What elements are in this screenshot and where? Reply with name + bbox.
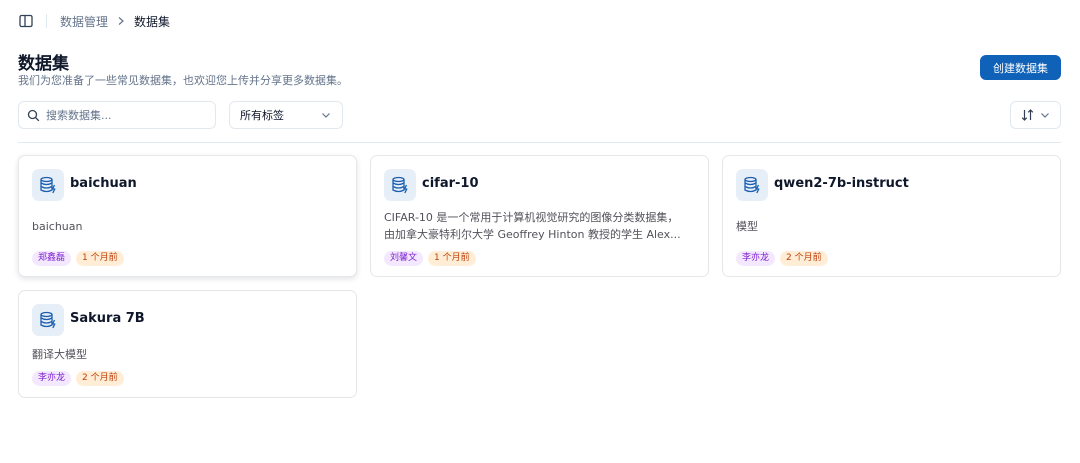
sort-icon: [1021, 109, 1034, 121]
time-badge: 1 个月前: [428, 251, 476, 266]
toolbar-divider: [46, 14, 47, 28]
chevron-down-icon: [1040, 112, 1050, 119]
breadcrumb-parent[interactable]: 数据管理: [60, 13, 108, 30]
author-badge: 郑鑫磊: [32, 251, 72, 266]
dataset-name: qwen2-7b-instruct: [774, 176, 909, 191]
time-badge: 2 个月前: [76, 371, 124, 386]
top-bar: 数据管理 数据集: [0, 0, 1080, 42]
dataset-tags: 李亦龙 2 个月前: [32, 371, 124, 386]
author-badge: 刘馨文: [384, 251, 424, 266]
tag-filter-value: 所有标签: [240, 109, 284, 122]
dataset-description: 翻译大模型: [32, 348, 87, 361]
chevron-right-icon: [117, 16, 125, 26]
search-icon: [27, 109, 40, 122]
dataset-description: 模型: [736, 220, 758, 233]
sort-button[interactable]: [1010, 101, 1061, 129]
dataset-name: baichuan: [70, 176, 137, 191]
dataset-card-cifar-10[interactable]: cifar-10 CIFAR-10 是一个常用于计算机视觉研究的图像分类数据集，…: [370, 155, 709, 277]
database-icon: [736, 169, 768, 201]
dataset-description: CIFAR-10 是一个常用于计算机视觉研究的图像分类数据集， 由加拿大豪特利尔…: [384, 209, 681, 243]
dataset-card-sakura-7b[interactable]: Sakura 7B 翻译大模型 李亦龙 2 个月前: [18, 290, 357, 398]
description-line: 由加拿大豪特利尔大学 Geoffrey Hinton 教授的学生 Alex...: [384, 228, 681, 241]
search-box[interactable]: [18, 101, 216, 129]
author-badge: 李亦龙: [32, 371, 72, 386]
section-divider: [18, 142, 1061, 143]
dataset-name: cifar-10: [422, 176, 479, 191]
dataset-tags: 郑鑫磊 1 个月前: [32, 251, 124, 266]
tag-filter-select[interactable]: 所有标签: [229, 101, 343, 129]
dataset-name: Sakura 7B: [70, 311, 145, 326]
database-icon: [32, 169, 64, 201]
dataset-tags: 刘馨文 1 个月前: [384, 251, 476, 266]
dataset-card-qwen2-7b-instruct[interactable]: qwen2-7b-instruct 模型 李亦龙 2 个月前: [722, 155, 1061, 277]
time-badge: 2 个月前: [780, 251, 828, 266]
sidebar-toggle-icon[interactable]: [18, 13, 34, 29]
database-icon: [384, 169, 416, 201]
dataset-card-baichuan[interactable]: baichuan baichuan 郑鑫磊 1 个月前: [18, 155, 357, 277]
chevron-down-icon: [321, 112, 331, 119]
database-icon: [32, 304, 64, 336]
author-badge: 李亦龙: [736, 251, 776, 266]
dataset-description: baichuan: [32, 220, 83, 233]
page-subtitle: 我们为您准备了一些常见数据集，也欢迎您上传并分享更多数据集。: [18, 74, 348, 87]
dataset-tags: 李亦龙 2 个月前: [736, 251, 828, 266]
breadcrumb-current: 数据集: [134, 14, 171, 29]
page-title: 数据集: [18, 54, 69, 74]
create-dataset-button[interactable]: 创建数据集: [980, 55, 1061, 80]
breadcrumb: 数据管理 数据集: [60, 13, 170, 30]
time-badge: 1 个月前: [76, 251, 124, 266]
search-input[interactable]: [46, 108, 206, 122]
description-line: CIFAR-10 是一个常用于计算机视觉研究的图像分类数据集，: [384, 211, 679, 224]
